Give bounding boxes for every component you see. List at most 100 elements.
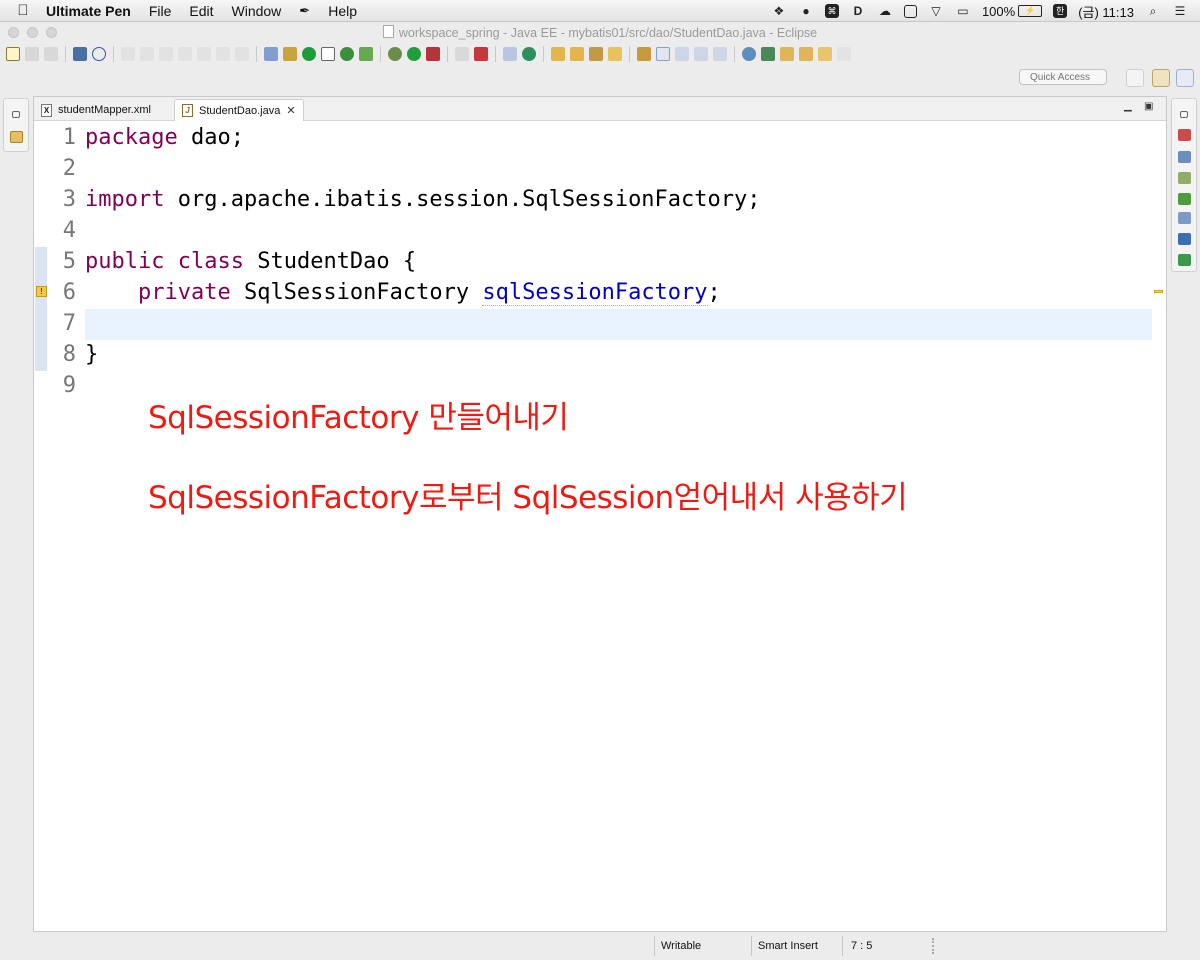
skip-breakpoints-icon[interactable] [92, 47, 106, 61]
main-toolbar [0, 42, 1200, 66]
show-whitespace-icon[interactable] [694, 47, 708, 61]
code-line[interactable]: package dao; [85, 122, 244, 153]
run-external-tool-icon[interactable] [426, 47, 440, 61]
airplay-icon[interactable]: ▭ [955, 4, 971, 18]
code-text: SqlSessionFactory [230, 280, 483, 305]
toggle-block-selection-icon[interactable] [675, 47, 689, 61]
cloud-icon[interactable]: ☁ [877, 4, 893, 18]
line-number: 1 [62, 125, 76, 150]
tab-student-dao-java[interactable]: J StudentDao.java ✕ [174, 99, 304, 121]
restore-icon[interactable] [12, 111, 20, 118]
profile-icon[interactable] [474, 47, 488, 61]
back-icon[interactable] [818, 47, 832, 61]
chat-icon[interactable]: ● [798, 4, 814, 18]
new-java-project-icon[interactable] [503, 47, 517, 61]
clock[interactable]: (금) 11:13 [1078, 2, 1134, 21]
outline-icon[interactable] [1178, 151, 1191, 163]
save-icon[interactable] [25, 47, 39, 61]
close-tab-icon[interactable]: ✕ [286, 104, 295, 117]
project-explorer-icon[interactable] [10, 131, 23, 143]
publish-icon[interactable] [283, 47, 297, 61]
insert-mode-status[interactable]: Smart Insert [758, 940, 818, 952]
toggle-highlight-icon[interactable] [656, 47, 670, 61]
cursor-position[interactable]: 7 : 5 [851, 940, 872, 952]
notification-center-icon[interactable]: ☰ [1172, 4, 1188, 18]
status-separator [654, 936, 655, 956]
servers-view-icon[interactable] [1178, 254, 1191, 266]
code-line[interactable]: private SqlSessionFactory sqlSessionFact… [85, 277, 721, 308]
hierarchy-icon[interactable] [1178, 172, 1191, 184]
open-task-icon[interactable] [570, 47, 584, 61]
step-over-icon[interactable] [216, 47, 230, 61]
globe-icon[interactable] [742, 47, 756, 61]
next-edit-icon[interactable] [780, 47, 794, 61]
tab-student-mapper-xml[interactable]: X studentMapper.xml [34, 99, 174, 121]
ime-icon[interactable]: 한 [1053, 4, 1068, 18]
open-perspective-icon[interactable] [1126, 69, 1144, 87]
new-wizard-icon[interactable] [6, 47, 20, 61]
pen-tool-icon[interactable]: ✒ [299, 3, 310, 19]
apple-menu-icon[interactable]:  [0, 2, 46, 19]
debug-icon[interactable] [388, 47, 402, 61]
d-icon[interactable]: D [850, 4, 866, 18]
save-all-icon[interactable] [44, 47, 58, 61]
tab-label: StudentDao.java [199, 104, 281, 117]
code-line[interactable]: import org.apache.ibatis.session.SqlSess… [85, 184, 761, 215]
open-type-icon[interactable] [551, 47, 565, 61]
open-folder-icon[interactable] [608, 47, 622, 61]
window-icon[interactable] [903, 4, 917, 18]
coverage-icon[interactable] [455, 47, 469, 61]
git-perspective-icon[interactable] [1176, 69, 1194, 87]
menu-edit[interactable]: Edit [189, 3, 213, 19]
change-ruler-mark [35, 247, 47, 371]
open-web-browser-icon[interactable] [340, 47, 354, 61]
status-grip-handle[interactable] [932, 938, 936, 954]
resume-icon[interactable] [121, 47, 135, 61]
keyboard-shortcut-icon[interactable]: ⌘ [824, 4, 839, 18]
pilcrow-icon[interactable] [713, 47, 727, 61]
restore-icon[interactable] [1180, 111, 1188, 118]
servers-icon[interactable] [264, 47, 278, 61]
step-into-icon[interactable] [197, 47, 211, 61]
code-text: StudentDao { [243, 249, 417, 274]
console-icon[interactable] [1178, 233, 1191, 245]
toggle-mark-occurrences-icon[interactable] [321, 47, 335, 61]
zoom-window-button[interactable] [46, 27, 57, 38]
battery-indicator[interactable]: 100% ⚡ [982, 4, 1043, 19]
open-console-icon[interactable] [73, 47, 87, 61]
dropbox-icon[interactable]: ❖ [771, 4, 787, 18]
task-list-icon[interactable] [1178, 129, 1191, 141]
prev-edit-icon[interactable] [799, 47, 813, 61]
step-return-icon[interactable] [235, 47, 249, 61]
next-annotation-icon[interactable] [637, 47, 651, 61]
quick-access-input[interactable] [1019, 69, 1107, 85]
web-service-icon[interactable] [761, 47, 775, 61]
java-ee-perspective-icon[interactable] [1152, 69, 1170, 87]
maximize-icon[interactable]: ▣ [1144, 101, 1153, 112]
menu-file[interactable]: File [149, 3, 172, 19]
spring-icon[interactable] [359, 47, 373, 61]
start-server-icon[interactable] [302, 47, 316, 61]
code-line[interactable]: public class StudentDao { [85, 246, 416, 277]
menu-window[interactable]: Window [232, 3, 282, 19]
terminate-icon[interactable] [159, 47, 173, 61]
spotlight-icon[interactable]: ⌕ [1145, 4, 1161, 18]
suspend-icon[interactable] [140, 47, 154, 61]
warning-icon[interactable]: ! [36, 286, 47, 297]
run-icon[interactable] [407, 47, 421, 61]
code-line[interactable]: } [85, 339, 98, 370]
wifi-icon[interactable]: ▽ [928, 4, 944, 18]
markers-icon[interactable] [1178, 193, 1191, 205]
disconnect-icon[interactable] [178, 47, 192, 61]
overview-ruler-warning[interactable] [1154, 290, 1163, 293]
properties-icon[interactable] [1178, 212, 1191, 224]
menu-help[interactable]: Help [328, 3, 357, 19]
app-menu[interactable]: Ultimate Pen [46, 3, 131, 19]
line-number: 6 [62, 280, 76, 305]
new-class-icon[interactable] [522, 47, 536, 61]
forward-icon[interactable] [837, 47, 851, 61]
search-icon[interactable] [589, 47, 603, 61]
close-window-button[interactable] [8, 27, 19, 38]
minimize-icon[interactable]: ▁ [1124, 101, 1132, 112]
minimize-window-button[interactable] [27, 27, 38, 38]
